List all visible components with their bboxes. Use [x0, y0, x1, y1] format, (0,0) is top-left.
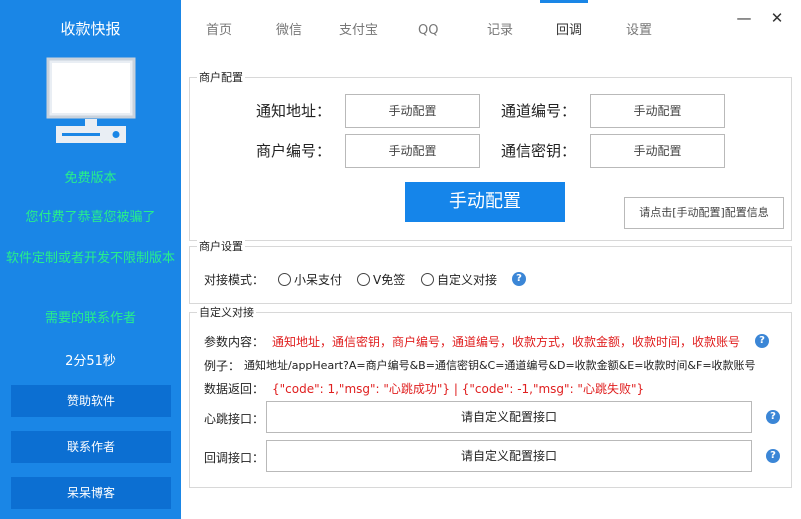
- radio-custom[interactable]: 自定义对接: [421, 271, 497, 288]
- return-value: {"code": 1,"msg": "心跳成功"} | {"code": -1,…: [272, 382, 645, 396]
- tab-callback[interactable]: 回调: [556, 20, 582, 42]
- help-icon[interactable]: ?: [512, 272, 526, 286]
- custom-integration-legend: 自定义对接: [197, 306, 256, 319]
- help-icon[interactable]: ?: [766, 410, 780, 424]
- radio-circle: [357, 273, 370, 286]
- manual-config-button[interactable]: 手动配置: [405, 182, 565, 222]
- channel-no-label: 通道编号：: [501, 102, 577, 120]
- sidebar: 收款快报 免费版本 您付费了恭喜您被骗了 软件定制或者开发不限制版本 需要的联系…: [0, 0, 181, 519]
- return-label: 数据返回：: [204, 382, 265, 396]
- blog-button[interactable]: 呆呆博客: [11, 477, 171, 509]
- merchant-settings-legend: 商户设置: [197, 240, 245, 253]
- tab-wechat[interactable]: 微信: [276, 20, 302, 42]
- radio-label: 小呆支付: [294, 273, 343, 287]
- contact-author-button[interactable]: 联系作者: [11, 431, 171, 463]
- timer-text: 2分51秒: [65, 354, 116, 369]
- help-icon[interactable]: ?: [755, 334, 769, 348]
- callback-input[interactable]: 请自定义配置接口: [266, 440, 752, 472]
- tab-settings[interactable]: 设置: [626, 20, 652, 42]
- custom-integration-group: 自定义对接 参数内容： 通知地址，通信密钥，商户编号，通道编号，收款方式，收款金…: [189, 306, 792, 488]
- contact-author-text: 需要的联系作者: [44, 311, 136, 326]
- config-hint-button[interactable]: 请点击[手动配置]配置信息: [624, 197, 784, 229]
- tab-records[interactable]: 记录: [487, 20, 513, 42]
- tab-home[interactable]: 首页: [206, 20, 232, 42]
- active-tab-indicator: [540, 0, 588, 3]
- radio-xiaodai-pay[interactable]: 小呆支付: [278, 271, 342, 288]
- merchant-no-label: 商户编号：: [256, 142, 332, 160]
- tab-alipay[interactable]: 支付宝: [339, 20, 378, 42]
- params-value: 通知地址，通信密钥，商户编号，通道编号，收款方式，收款金额，收款时间，收款账号: [272, 335, 741, 349]
- channel-no-field[interactable]: 手动配置: [590, 94, 725, 128]
- help-icon[interactable]: ?: [766, 449, 780, 463]
- notify-url-field[interactable]: 手动配置: [345, 94, 480, 128]
- main-panel: 首页 微信 支付宝 QQ 记录 回调 设置 — ✕ 商户配置 通知地址： 手动配…: [181, 0, 801, 519]
- minimize-button[interactable]: —: [735, 9, 753, 27]
- example-value: 通知地址/appHeart?A=商户编号&B=通信密钥&C=通道编号&D=收款金…: [244, 359, 756, 372]
- paid-warning-text: 您付费了恭喜您被骗了: [25, 210, 156, 225]
- mode-label: 对接模式：: [204, 273, 265, 287]
- radio-circle: [278, 273, 291, 286]
- radio-circle: [421, 273, 434, 286]
- merchant-no-field[interactable]: 手动配置: [345, 134, 480, 168]
- free-version-text: 免费版本: [64, 171, 117, 186]
- merchant-settings-group: 商户设置 对接模式： 小呆支付 V免签 自定义对接 ?: [189, 240, 792, 304]
- notify-url-label: 通知地址：: [256, 102, 332, 120]
- heartbeat-label: 心跳接口：: [204, 412, 265, 426]
- sponsor-button[interactable]: 赞助软件: [11, 385, 171, 417]
- monitor-icon: [46, 57, 136, 147]
- callback-label: 回调接口：: [204, 451, 265, 465]
- radio-label: V免签: [373, 273, 406, 287]
- tab-qq[interactable]: QQ: [418, 20, 438, 42]
- app-title: 收款快报: [60, 20, 121, 38]
- close-button[interactable]: ✕: [768, 9, 786, 27]
- heartbeat-input[interactable]: 请自定义配置接口: [266, 401, 752, 433]
- merchant-config-group: 商户配置 通知地址： 手动配置 通道编号： 手动配置 商户编号： 手动配置 通信…: [189, 71, 792, 241]
- secret-label: 通信密钥：: [501, 142, 577, 160]
- radio-v-mianqian[interactable]: V免签: [357, 271, 405, 288]
- merchant-config-legend: 商户配置: [197, 71, 245, 84]
- secret-field[interactable]: 手动配置: [590, 134, 725, 168]
- radio-label: 自定义对接: [437, 273, 498, 287]
- params-label: 参数内容：: [204, 335, 265, 349]
- example-label: 例子：: [204, 359, 241, 373]
- custom-dev-text: 软件定制或者开发不限制版本: [6, 251, 176, 266]
